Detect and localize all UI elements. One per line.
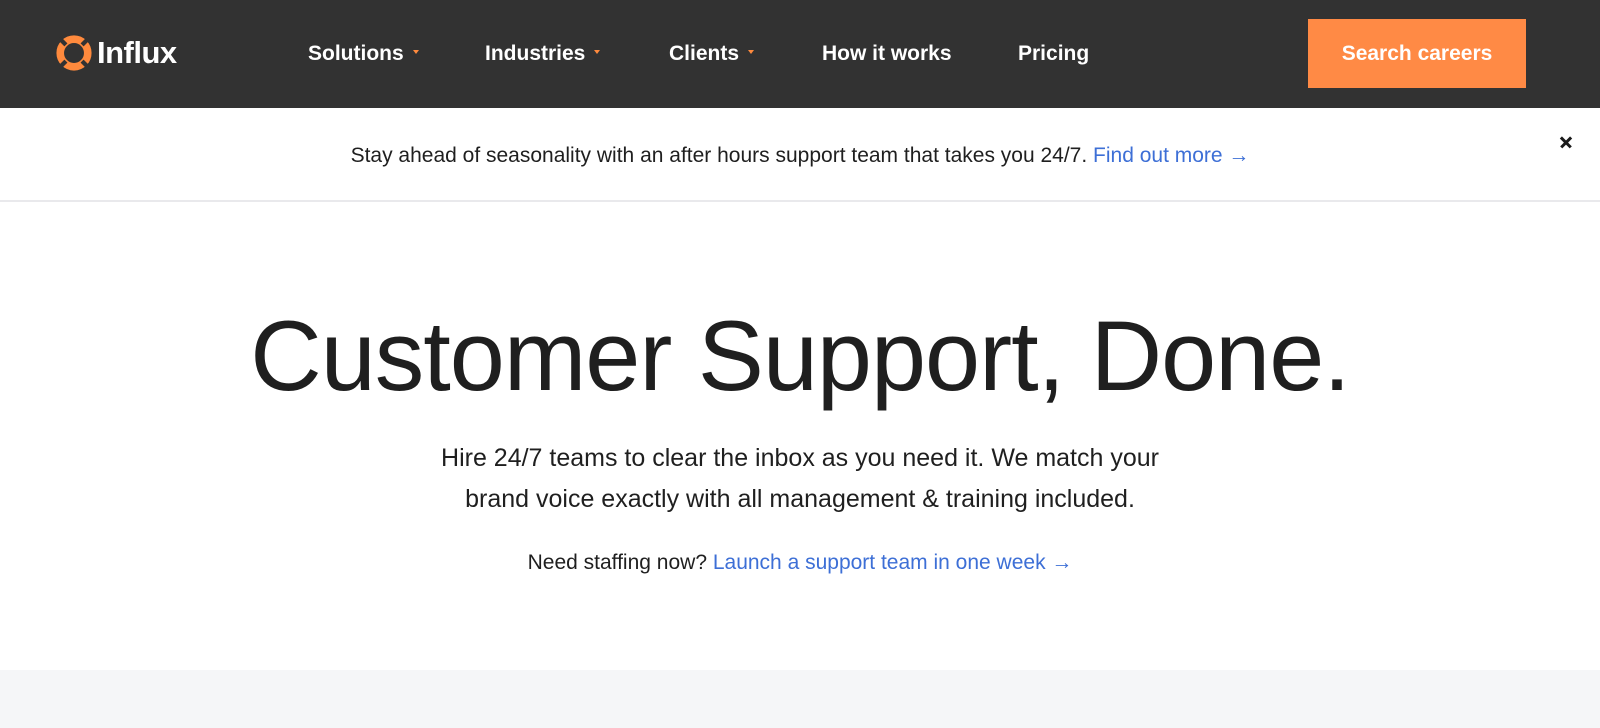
logo-text: Influx: [97, 35, 177, 70]
hero-title: Customer Support, Done.: [250, 300, 1351, 411]
nav-pricing-label: Pricing: [1018, 42, 1090, 65]
caret-down-icon: [412, 50, 419, 54]
staffing-prompt-text: Need staffing now?: [527, 551, 707, 574]
caret-down-icon: [748, 50, 755, 54]
lower-section-band: [0, 670, 1600, 728]
hero-subtitle: Hire 24/7 teams to clear the inbox as yo…: [380, 438, 1220, 520]
nav-how-it-works-label: How it works: [822, 42, 952, 65]
announcement-text: Stay ahead of seasonality with an after …: [350, 144, 1088, 167]
close-icon[interactable]: [1554, 130, 1578, 154]
logo-link[interactable]: Influx: [55, 32, 177, 74]
announcement-bar: Stay ahead of seasonality with an after …: [0, 108, 1600, 202]
nav-solutions-label: Solutions: [308, 42, 404, 65]
launch-team-link[interactable]: Launch a support team in one week →: [713, 551, 1073, 574]
search-careers-button[interactable]: Search careers: [1308, 19, 1526, 88]
top-navigation: Influx Solutions Industries Clients How …: [0, 0, 1600, 108]
nav-pricing[interactable]: Pricing: [1018, 38, 1089, 70]
lifebuoy-icon: [56, 35, 92, 71]
hero-subtitle-line-1: Hire 24/7 teams to clear the inbox as yo…: [441, 444, 1159, 472]
find-out-more-link[interactable]: Find out more →: [1093, 144, 1249, 167]
caret-down-icon: [594, 50, 601, 54]
nav-clients-label: Clients: [669, 42, 740, 65]
hero-subtitle-line-2: brand voice exactly with all management …: [465, 485, 1135, 513]
nav-industries-label: Industries: [485, 42, 586, 65]
nav-how-it-works[interactable]: How it works: [822, 38, 952, 70]
hero-staffing-prompt: Need staffing now? Launch a support team…: [0, 548, 1600, 578]
nav-industries[interactable]: Industries: [485, 38, 601, 70]
announcement-message: Stay ahead of seasonality with an after …: [0, 141, 1600, 171]
nav-solutions[interactable]: Solutions: [308, 38, 419, 70]
nav-clients[interactable]: Clients: [669, 38, 755, 70]
